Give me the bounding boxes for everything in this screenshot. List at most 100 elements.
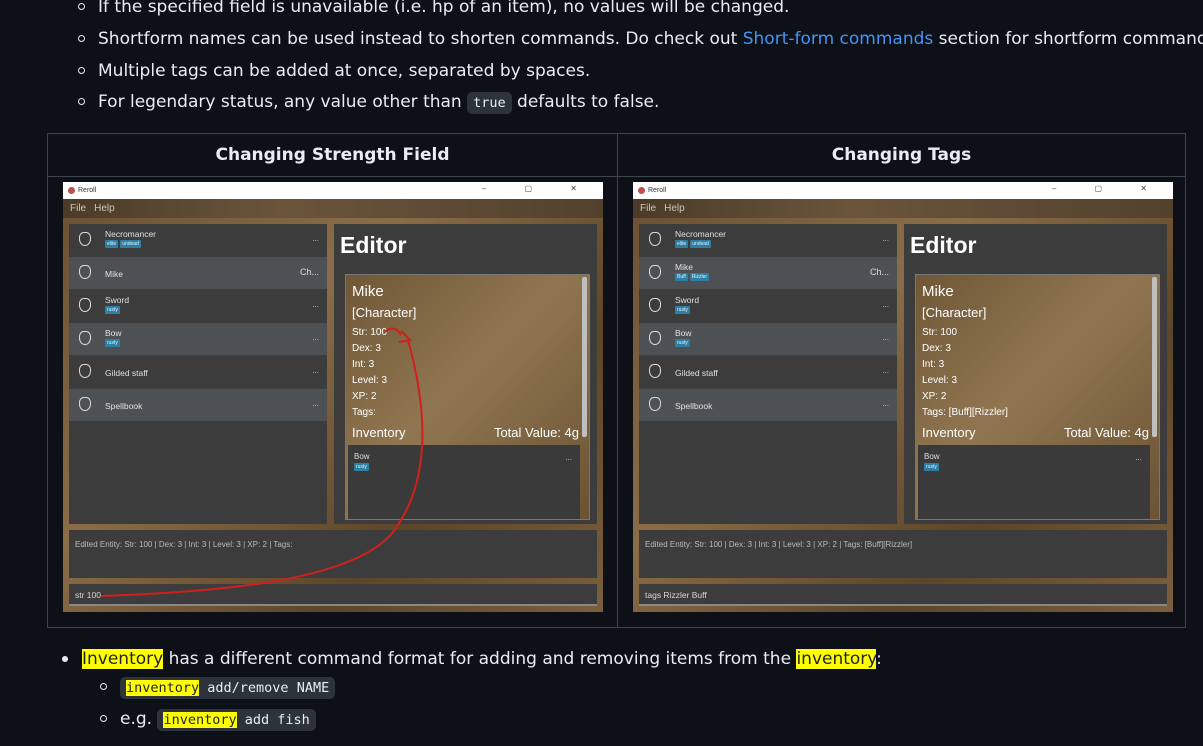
tag-badge: elite — [105, 240, 119, 248]
command-box: str 100 — [69, 584, 597, 606]
markdown-page: If the specified field is unavailable (i… — [0, 0, 1203, 746]
tag-badge: rusty — [105, 339, 120, 347]
list-item: inventory add/remove NAME — [100, 677, 336, 699]
entity-list: Necromancer elite undead... Mike Buff Rizzle… — [639, 224, 897, 524]
potion-icon — [649, 397, 661, 411]
app-window-screenshot: Reroll – ▢ ✕ File Help Necromancer elite u… — [633, 182, 1173, 612]
editor-panel: Editor Mike [Character] Str: 100 Dex: 3 … — [904, 224, 1167, 524]
list-item-text: defaults to false. — [511, 92, 660, 112]
tag-badge: rusty — [675, 339, 690, 347]
list-item: Shortform names can be used instead to s… — [78, 29, 1203, 49]
scrollbar — [1152, 277, 1157, 437]
stat-line: Int: 3 — [352, 359, 375, 370]
window-controls: – ▢ ✕ — [481, 184, 595, 193]
stat-line: XP: 2 — [352, 391, 377, 402]
entity-list: Necromancer elite undead... Mike Ch... Swor… — [69, 224, 327, 524]
list-item: Mike Buff Rizzler Ch... — [639, 257, 897, 289]
editor-title: Editor — [910, 232, 977, 258]
window-titlebar: Reroll – ▢ ✕ — [633, 182, 1173, 199]
command-box: tags Rizzler Buff — [639, 584, 1167, 606]
window-title: Reroll — [648, 187, 667, 194]
skull-icon — [79, 232, 91, 246]
highlight-inventory: inventory — [796, 649, 877, 669]
highlight-inventory: Inventory — [82, 649, 164, 669]
bullet-circle-icon — [100, 683, 107, 690]
tag-badge: elite — [675, 240, 689, 248]
skull-icon — [649, 232, 661, 246]
scrollbar — [582, 277, 587, 437]
stat-line: Level: 3 — [922, 375, 958, 386]
character-icon — [79, 265, 91, 279]
app-window-screenshot: Reroll – ▢ ✕ File Help Necromancer elite u… — [63, 182, 603, 612]
window-titlebar: Reroll – ▢ ✕ — [63, 182, 603, 199]
editor-panel: Editor Mike [Character] Str: 100 Dex: 3 … — [334, 224, 597, 524]
list-item: Bow rusty... — [69, 323, 327, 355]
list-item: Necromancer elite undead... — [69, 224, 327, 256]
table-header-tags: Changing Tags — [617, 133, 1186, 177]
potion-icon — [649, 364, 661, 378]
list-item: Bow rusty... — [639, 323, 897, 355]
list-item-text: Multiple tags can be added at once, sepa… — [98, 61, 591, 81]
list-item: Spellbook... — [639, 389, 897, 421]
potion-icon — [79, 331, 91, 345]
list-item: e.g. inventory add fish — [100, 709, 316, 731]
menu-file: File — [70, 203, 87, 214]
window-title: Reroll — [78, 187, 97, 194]
bullet-circle-icon — [100, 715, 107, 722]
menu-bar: File Help — [63, 199, 603, 218]
inline-code-example: inventory add fish — [157, 709, 316, 731]
inline-code-true: true — [467, 92, 512, 114]
editor-title: Editor — [340, 232, 407, 258]
inventory-list: Bow rusty ... — [348, 445, 580, 519]
entity-card: Mike [Character] Str: 100 Dex: 3 Int: 3 … — [915, 274, 1160, 520]
inline-code-command-format: inventory add/remove NAME — [120, 677, 336, 699]
stat-line: Dex: 3 — [352, 343, 381, 354]
list-item: Sword rusty... — [69, 290, 327, 322]
app-body: Necromancer elite undead... Mike Ch... Swor… — [63, 218, 603, 612]
list-item: Multiple tags can be added at once, sepa… — [78, 61, 591, 81]
potion-icon — [649, 331, 661, 345]
stat-line: XP: 2 — [922, 391, 947, 402]
window-controls: – ▢ ✕ — [1051, 184, 1165, 193]
table-header-strength: Changing Strength Field — [47, 133, 618, 177]
menu-help: Help — [94, 203, 115, 214]
comparison-table: Changing Strength Field Changing Tags Re… — [47, 133, 1186, 628]
stat-line: Str: 100 — [352, 327, 388, 338]
menu-file: File — [640, 203, 657, 214]
list-item: Spellbook... — [69, 389, 327, 421]
potion-icon — [79, 397, 91, 411]
tag-badge: undead — [120, 240, 141, 248]
result-display: Edited Entity: Str: 100 | Dex: 3 | Int: … — [639, 530, 1167, 578]
character-icon — [649, 265, 661, 279]
table-cell-strength-screenshot: Reroll – ▢ ✕ File Help Necromancer elite u… — [47, 176, 618, 628]
list-item: Mike Ch... — [69, 257, 327, 289]
bullet-circle-icon — [78, 35, 85, 42]
tag-badge: Buff — [675, 273, 688, 281]
tag-badge: rusty — [105, 306, 120, 314]
stat-line: Tags: — [352, 407, 376, 418]
stat-line: Tags: [Buff][Rizzler] — [922, 407, 1008, 418]
stat-line: Int: 3 — [922, 359, 945, 370]
bullet-dot-icon — [62, 656, 68, 662]
list-item: Inventory has a different command format… — [62, 649, 882, 669]
app-body: Necromancer elite undead... Mike Buff Rizzle… — [633, 218, 1173, 612]
short-form-commands-link[interactable]: Short-form commands — [743, 29, 934, 49]
list-item-text: For legendary status, any value other th… — [98, 92, 468, 112]
list-item-text: Shortform names can be used instead to s… — [98, 29, 743, 49]
list-item-text: section for shortform commands! — [933, 29, 1203, 49]
tag-badge: Rizzler — [689, 273, 710, 281]
list-item: Necromancer elite undead... — [639, 224, 897, 256]
list-item-text: If the specified field is unavailable (i… — [98, 0, 790, 17]
inventory-list: Bow rusty ... — [918, 445, 1150, 519]
list-item: Gilded staff... — [69, 356, 327, 388]
table-cell-tags-screenshot: Reroll – ▢ ✕ File Help Necromancer elite u… — [617, 176, 1186, 628]
potion-icon — [649, 298, 661, 312]
tag-badge: rusty — [675, 306, 690, 314]
result-display: Edited Entity: Str: 100 | Dex: 3 | Int: … — [69, 530, 597, 578]
app-icon — [68, 187, 75, 194]
stat-line: Level: 3 — [352, 375, 388, 386]
stat-line: Str: 100 — [922, 327, 958, 338]
entity-card: Mike [Character] Str: 100 Dex: 3 Int: 3 … — [345, 274, 590, 520]
menu-help: Help — [664, 203, 685, 214]
menu-bar: File Help — [633, 199, 1173, 218]
